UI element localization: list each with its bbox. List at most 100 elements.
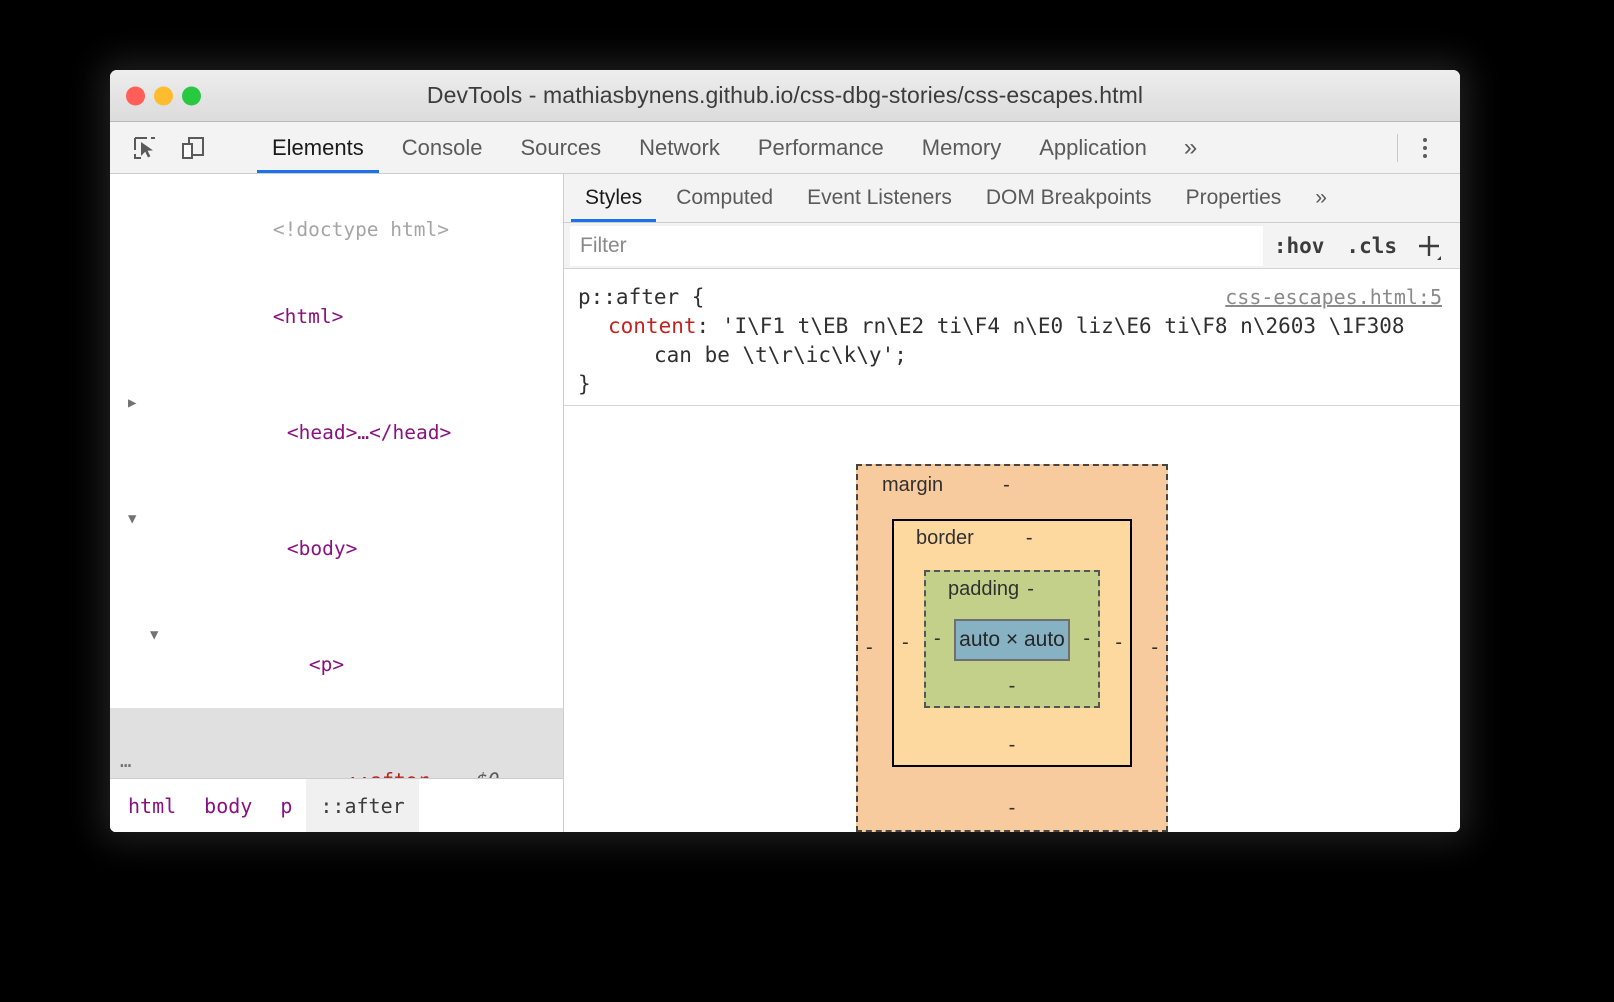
devtools-main-tabbar: Elements Console Sources Network Perform…	[110, 122, 1460, 174]
dom-node-doctype[interactable]: <!doctype html>	[110, 186, 563, 273]
css-selector[interactable]: p::after {	[578, 283, 704, 312]
tab-application[interactable]: Application	[1020, 122, 1166, 173]
devtools-window: DevTools - mathiasbynens.github.io/css-d…	[110, 70, 1460, 832]
box-model-margin-top-value[interactable]: -	[1003, 474, 1010, 497]
tabbar-right-divider	[1397, 133, 1398, 162]
box-model-content[interactable]: auto × auto	[954, 618, 1070, 661]
box-model-border-header: border -	[902, 527, 1122, 550]
tab-dom-breakpoints-label: DOM Breakpoints	[985, 186, 1152, 210]
chevron-right-icon[interactable]: ▶	[128, 389, 136, 418]
window-titlebar: DevTools - mathiasbynens.github.io/css-d…	[110, 70, 1460, 122]
tab-memory[interactable]: Memory	[903, 122, 1020, 173]
box-model-margin-header: margin -	[868, 474, 1156, 497]
css-property-value-line1[interactable]: 'I\F1 t\EB rn\E2 ti\F4 n\E0 liz\E6 ti\F8…	[722, 314, 1405, 338]
box-model-margin-left-value[interactable]: -	[866, 636, 873, 659]
css-rule-header: p::after { css-escapes.html:5	[578, 283, 1442, 312]
tab-network[interactable]: Network	[620, 122, 739, 173]
box-model-padding-left-value[interactable]: -	[934, 627, 941, 650]
tab-elements-label: Elements	[272, 134, 364, 160]
styles-more-tabs-chevron-icon[interactable]: »	[1298, 174, 1344, 222]
dom-node-p-open[interactable]: ▼ <p>	[110, 592, 563, 708]
box-model-border-bottom-value[interactable]: -	[902, 728, 1122, 757]
tab-computed[interactable]: Computed	[659, 174, 790, 222]
tab-performance[interactable]: Performance	[739, 122, 903, 173]
tab-dom-breakpoints[interactable]: DOM Breakpoints	[969, 174, 1169, 222]
tab-properties-label: Properties	[1185, 186, 1282, 210]
tab-console-label: Console	[401, 134, 483, 160]
tab-console[interactable]: Console	[383, 122, 502, 173]
box-model-padding-right-value[interactable]: -	[1083, 627, 1090, 650]
breadcrumb-item-after[interactable]: ::after	[306, 779, 419, 832]
styles-filter-bar: :hov .cls	[564, 223, 1460, 269]
breadcrumb-item-after-label: ::after	[320, 793, 405, 818]
dom-node-body-open[interactable]: ▼ <body>	[110, 476, 563, 592]
devtools-split: <!doctype html> <html> ▶ <head>…</head> …	[110, 174, 1460, 832]
minimize-window-button[interactable]	[154, 86, 173, 105]
breadcrumb-item-body-label: body	[204, 793, 253, 818]
tab-sources[interactable]: Sources	[501, 122, 620, 173]
breadcrumb-item-p-label: p	[280, 793, 293, 818]
device-toggle-icon[interactable]	[176, 131, 210, 165]
box-model-margin[interactable]: margin - - - border - - - padding - - - …	[856, 463, 1168, 832]
tab-application-label: Application	[1039, 134, 1147, 160]
screenshot-root: DevTools - mathiasbynens.github.io/css-d…	[0, 0, 1614, 1002]
dom-node-html-open[interactable]: <html>	[110, 273, 563, 360]
box-model-padding[interactable]: padding - - - auto × auto -	[924, 569, 1100, 708]
kebab-menu-icon[interactable]	[1404, 127, 1446, 169]
dom-tree-panel: <!doctype html> <html> ▶ <head>…</head> …	[110, 174, 564, 832]
tab-event-listeners-label: Event Listeners	[807, 186, 952, 210]
more-tabs-chevron-icon[interactable]: »	[1166, 122, 1215, 173]
dom-node-p-label: <p>	[308, 653, 345, 676]
css-property-colon: :	[696, 313, 722, 338]
maximize-window-button[interactable]	[182, 86, 201, 105]
dom-node-head-label: <head>…</head>	[286, 421, 452, 444]
box-model-padding-bottom-value[interactable]: -	[934, 661, 1090, 698]
styles-tabbar: Styles Computed Event Listeners DOM Brea…	[564, 174, 1460, 224]
css-source-link[interactable]: css-escapes.html:5	[1225, 283, 1442, 312]
box-model-margin-bottom-value[interactable]: -	[868, 791, 1156, 820]
breadcrumb-item-body[interactable]: body	[190, 779, 266, 832]
chevron-down-icon-p[interactable]: ▼	[150, 621, 158, 650]
tab-properties[interactable]: Properties	[1169, 174, 1299, 222]
node-ellipsis-icon[interactable]: ⋯	[120, 752, 132, 779]
box-model-border-label: border	[916, 526, 974, 549]
inspect-cursor-icon[interactable]	[128, 131, 162, 165]
box-model-padding-top-value[interactable]: -	[1027, 578, 1034, 601]
css-rule-block: p::after { css-escapes.html:5 content: '…	[564, 269, 1460, 406]
main-tabbar-right	[1391, 122, 1460, 173]
chevron-down-icon-body[interactable]: ▼	[128, 505, 136, 534]
traffic-lights	[126, 86, 201, 105]
dom-node-head[interactable]: ▶ <head>…</head>	[110, 360, 563, 476]
close-window-button[interactable]	[126, 86, 145, 105]
tab-memory-label: Memory	[921, 134, 1002, 160]
tab-computed-label: Computed	[676, 186, 774, 210]
plus-icon[interactable]	[1408, 225, 1450, 267]
main-tabs: Elements Console Sources Network Perform…	[253, 122, 1215, 173]
breadcrumb-item-html-label: html	[128, 793, 177, 818]
tab-styles[interactable]: Styles	[568, 174, 659, 223]
css-property-name[interactable]: content	[608, 314, 697, 338]
dom-node-html-label: <html>	[272, 305, 344, 328]
dom-node-after-pseudo[interactable]: ⋯ ::after == $0	[110, 708, 563, 778]
kebab-dot-1	[1423, 137, 1427, 142]
box-model-border-left-value[interactable]: -	[902, 631, 909, 654]
css-property-value-line2[interactable]: can be \t\r\ic\k\y';	[578, 341, 1442, 370]
box-model-margin-right-value[interactable]: -	[1151, 636, 1158, 659]
css-declaration[interactable]: content: 'I\F1 t\EB rn\E2 ti\F4 n\E0 liz…	[578, 312, 1442, 341]
tab-elements[interactable]: Elements	[253, 122, 383, 173]
dom-tree: <!doctype html> <html> ▶ <head>…</head> …	[110, 174, 563, 778]
box-model-border-right-value[interactable]: -	[1115, 631, 1122, 654]
tab-event-listeners[interactable]: Event Listeners	[790, 174, 969, 222]
kebab-dot-2	[1423, 145, 1427, 150]
breadcrumb-item-p[interactable]: p	[266, 779, 306, 832]
box-model-padding-label: padding	[948, 577, 1020, 600]
element-classes-button[interactable]: .cls	[1335, 234, 1408, 258]
toggle-element-state-button[interactable]: :hov	[1263, 234, 1336, 258]
window-title: DevTools - mathiasbynens.github.io/css-d…	[426, 82, 1144, 108]
box-model-border[interactable]: border - - - padding - - - auto × auto -…	[892, 518, 1132, 767]
breadcrumb: html body p ::after	[110, 778, 563, 832]
box-model-border-top-value[interactable]: -	[1026, 527, 1033, 550]
breadcrumb-item-html[interactable]: html	[110, 779, 190, 832]
dom-node-doctype-label: <!doctype html>	[272, 218, 449, 241]
filter-input[interactable]	[570, 225, 1263, 266]
